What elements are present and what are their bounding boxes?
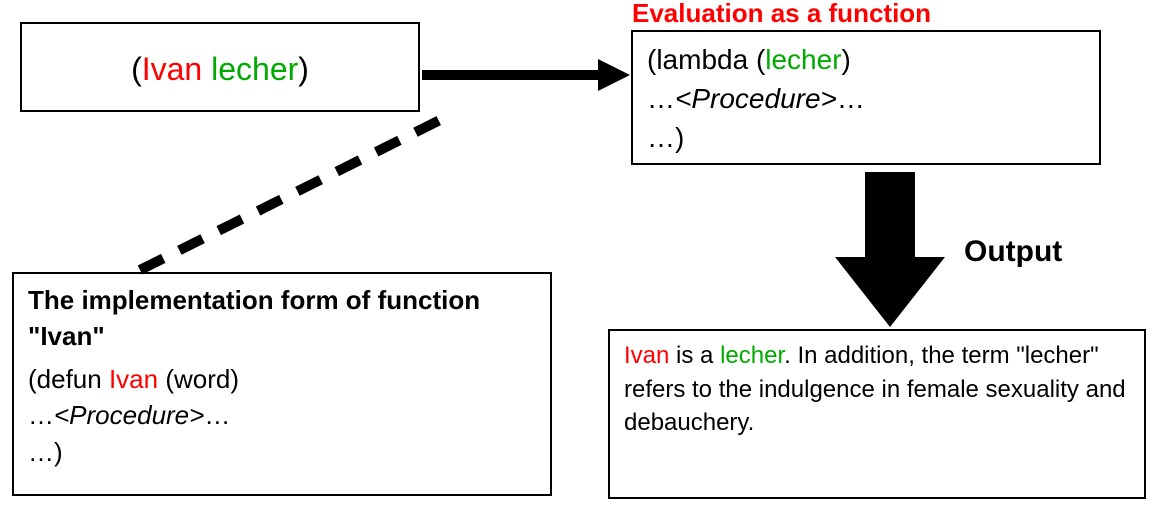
lambda-open: (lambda ( <box>647 44 765 75</box>
defun-line3: …) <box>28 434 536 470</box>
defun-title: The implementation form of function "Iva… <box>28 282 536 355</box>
evaluation-label: Evaluation as a function <box>632 0 931 29</box>
ellipsis-post: … <box>837 83 865 114</box>
call-expression-box: (Ivan lecher) <box>20 22 420 112</box>
defun-open: (defun <box>28 364 109 394</box>
lambda-line2: …<Procedure>… <box>647 79 1085 118</box>
defun-line2: …<Procedure>… <box>28 397 536 433</box>
ellipsis-pre: … <box>28 400 54 430</box>
ivan-token: Ivan <box>142 51 202 87</box>
lecher-param: lecher <box>765 44 841 75</box>
ellipsis-post: … <box>204 400 230 430</box>
defun-box: The implementation form of function "Iva… <box>12 272 552 496</box>
output-mid: is a <box>669 342 720 369</box>
output-label: Output <box>964 235 1062 269</box>
lambda-close-paren: ) <box>842 44 851 75</box>
lambda-line1: (lambda (lecher) <box>647 40 1085 79</box>
defun-to-call-arrow <box>120 110 460 280</box>
paren-open: ( <box>131 51 142 87</box>
space <box>202 51 211 87</box>
defun-line1: (defun Ivan (word) <box>28 361 536 397</box>
call-to-lambda-arrow <box>420 55 630 95</box>
output-box: Ivan is a lecher. In addition, the term … <box>608 329 1146 499</box>
paren-close: ) <box>298 51 309 87</box>
output-lecher: lecher <box>720 342 784 369</box>
ellipsis-pre: … <box>647 83 675 114</box>
lambda-to-output-arrow <box>835 172 945 327</box>
procedure-placeholder: <Procedure> <box>54 400 204 430</box>
procedure-placeholder: <Procedure> <box>675 83 837 114</box>
output-ivan: Ivan <box>624 342 669 369</box>
lambda-box: (lambda (lecher) …<Procedure>… …) <box>631 30 1101 165</box>
lecher-token: lecher <box>211 51 298 87</box>
lambda-line3: …) <box>647 118 1085 157</box>
ivan-fn-name: Ivan <box>109 364 158 394</box>
defun-params: (word) <box>158 364 239 394</box>
